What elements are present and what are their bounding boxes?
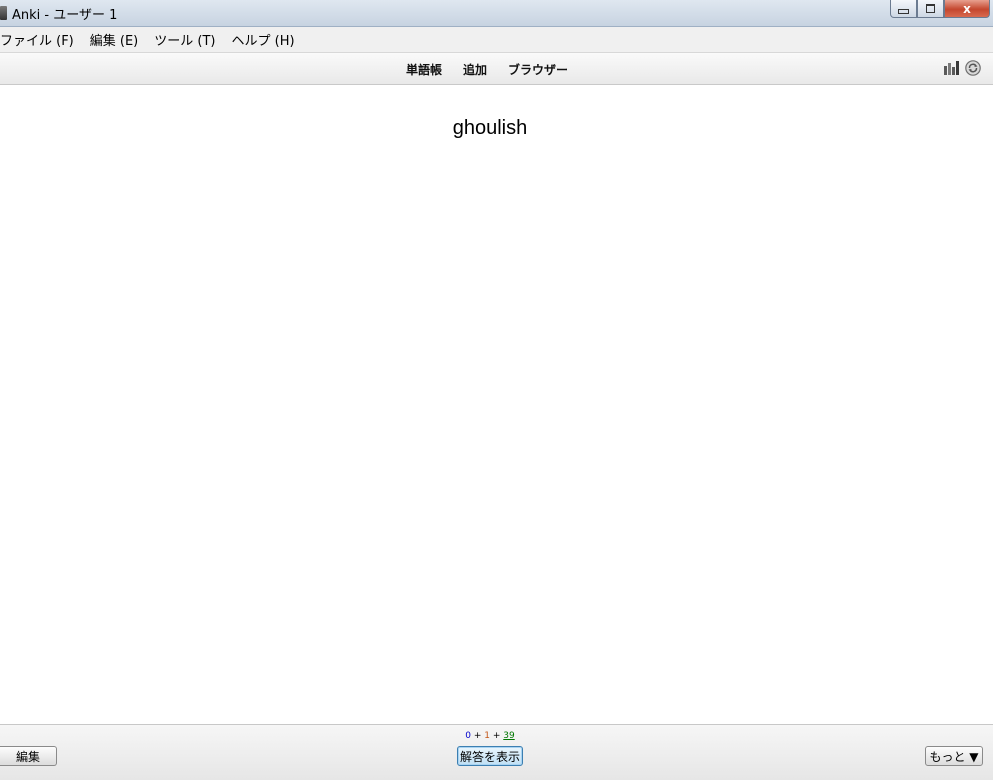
edit-button[interactable]: 編集 (0, 746, 57, 766)
close-button[interactable]: x (944, 0, 990, 18)
browse-link[interactable]: ブラウザー (508, 61, 568, 78)
maximize-button[interactable] (917, 0, 944, 18)
bottom-bar: 0 + 1 + 39 編集 解答を表示 もっと ▼ (0, 724, 993, 780)
count-separator: + (490, 731, 504, 741)
minimize-button[interactable] (890, 0, 917, 18)
review-count: 39 (503, 731, 515, 741)
title-bar: Anki - ユーザー 1 x (0, 0, 993, 27)
more-button[interactable]: もっと ▼ (925, 746, 983, 766)
card-area: ghoulish (0, 85, 993, 724)
card-front-text: ghoulish (452, 117, 528, 139)
close-icon: x (963, 1, 971, 16)
add-link[interactable]: 追加 (463, 61, 487, 78)
sync-icon[interactable] (965, 60, 981, 76)
menu-edit[interactable]: 編集 (E) (90, 30, 139, 49)
show-answer-button[interactable]: 解答を表示 (457, 746, 523, 766)
maximize-icon (926, 4, 935, 13)
menu-help[interactable]: ヘルプ (H) (231, 30, 294, 49)
toolbar-links: 単語帳 追加 ブラウザー (406, 61, 568, 78)
menu-tools[interactable]: ツール (T) (154, 30, 215, 49)
count-separator: + (471, 731, 485, 741)
anki-app-icon (0, 6, 7, 20)
window-title: Anki - ユーザー 1 (12, 8, 118, 23)
due-counts: 0 + 1 + 39 (0, 731, 980, 741)
decks-link[interactable]: 単語帳 (406, 61, 442, 78)
menu-bar: ファイル (F) 編集 (E) ツール (T) ヘルプ (H) (0, 27, 993, 53)
stats-icon[interactable] (944, 61, 960, 75)
minimize-icon (898, 9, 909, 14)
main-toolbar: 単語帳 追加 ブラウザー (0, 53, 993, 85)
menu-file[interactable]: ファイル (F) (0, 30, 74, 49)
